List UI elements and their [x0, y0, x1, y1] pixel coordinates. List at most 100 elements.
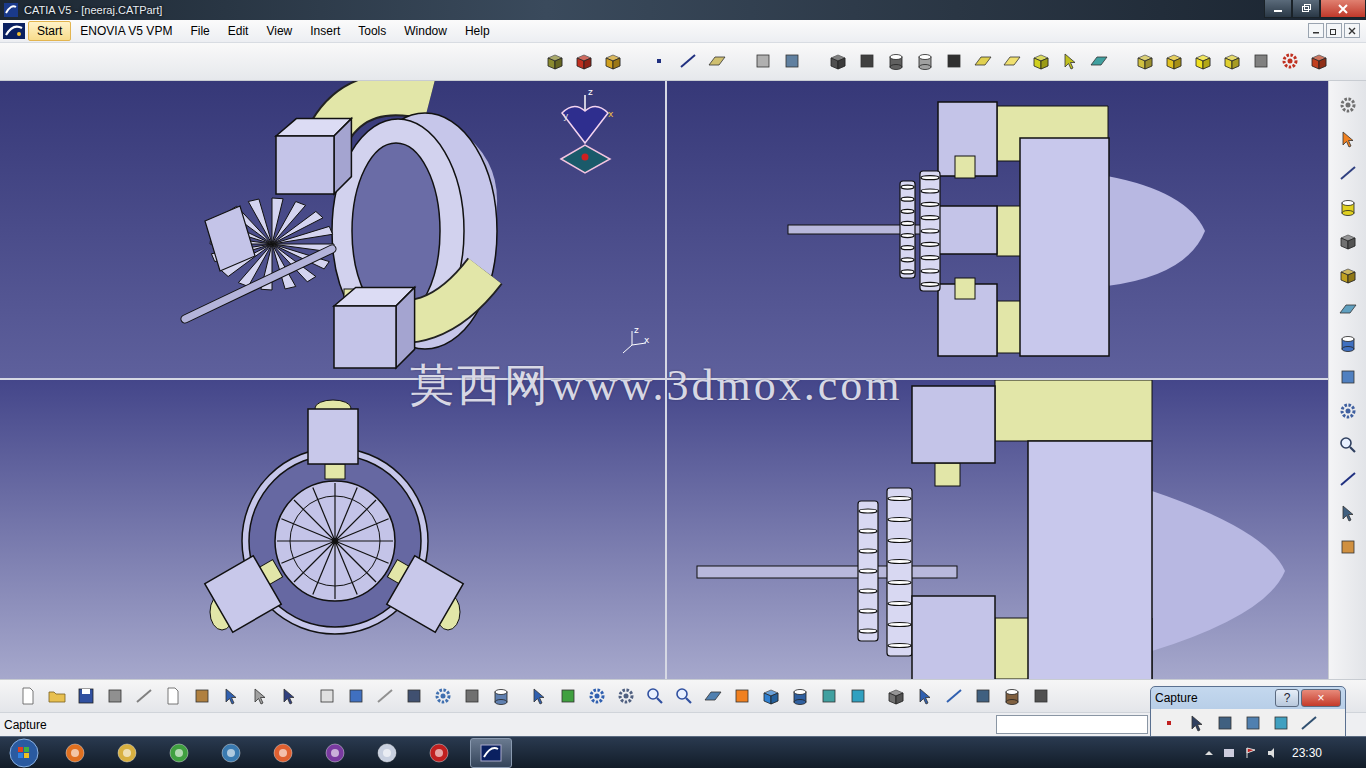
close-button[interactable]	[1320, 0, 1366, 18]
tool-button[interactable]	[1336, 433, 1360, 457]
tool-button[interactable]	[1157, 711, 1181, 735]
tool-button[interactable]	[460, 684, 484, 708]
close-button[interactable]: ×	[1301, 689, 1341, 707]
tool-button[interactable]	[780, 49, 804, 73]
tool-button[interactable]	[672, 684, 696, 708]
menu-item[interactable]: Edit	[219, 21, 258, 41]
help-button[interactable]: ?	[1275, 689, 1299, 707]
tool-button[interactable]	[701, 684, 725, 708]
tool-button[interactable]	[1297, 711, 1321, 735]
tool-button[interactable]	[1336, 535, 1360, 559]
restore-button[interactable]	[1292, 0, 1320, 18]
tool-button[interactable]	[1029, 49, 1053, 73]
tool-button[interactable]	[1220, 49, 1244, 73]
tool-button[interactable]	[1336, 297, 1360, 321]
doc-close-button[interactable]	[1344, 23, 1360, 38]
menu-item[interactable]: View	[257, 21, 301, 41]
minimize-button[interactable]	[1264, 0, 1292, 18]
tool-button[interactable]	[788, 684, 812, 708]
capture-toolbar[interactable]: Capture?×	[1150, 686, 1346, 738]
tool-button[interactable]	[1191, 49, 1215, 73]
tool-button[interactable]	[1162, 49, 1186, 73]
menu-item[interactable]: Window	[395, 21, 456, 41]
tool-button[interactable]	[913, 49, 937, 73]
tool-button[interactable]	[1185, 711, 1209, 735]
tool-button[interactable]	[161, 684, 185, 708]
tool-button[interactable]	[942, 49, 966, 73]
tool-button[interactable]	[913, 684, 937, 708]
taskbar-button[interactable]	[210, 738, 252, 768]
tool-button[interactable]	[1336, 229, 1360, 253]
tool-button[interactable]	[1336, 93, 1360, 117]
menu-item[interactable]: Help	[456, 21, 499, 41]
tool-button[interactable]	[1087, 49, 1111, 73]
tool-button[interactable]	[1336, 263, 1360, 287]
tool-button[interactable]	[884, 684, 908, 708]
tool-button[interactable]	[855, 49, 879, 73]
tool-button[interactable]	[759, 684, 783, 708]
tool-button[interactable]	[585, 684, 609, 708]
tool-button[interactable]	[676, 49, 700, 73]
tool-button[interactable]	[1058, 49, 1082, 73]
tool-button[interactable]	[1336, 127, 1360, 151]
tool-button[interactable]	[817, 684, 841, 708]
flag-icon[interactable]	[1244, 746, 1258, 760]
tool-button[interactable]	[543, 49, 567, 73]
tool-button[interactable]	[315, 684, 339, 708]
tool-button[interactable]	[402, 684, 426, 708]
tool-button[interactable]	[45, 684, 69, 708]
tool-button[interactable]	[1241, 711, 1265, 735]
tool-button[interactable]	[1213, 711, 1237, 735]
viewport[interactable]	[0, 380, 665, 679]
tool-button[interactable]	[614, 684, 638, 708]
tool-button[interactable]	[1000, 49, 1024, 73]
side-view[interactable]	[667, 81, 1328, 378]
start-button[interactable]	[4, 738, 44, 768]
tool-button[interactable]	[971, 49, 995, 73]
menu-item[interactable]: File	[181, 21, 218, 41]
tool-button[interactable]	[431, 684, 455, 708]
tool-button[interactable]	[884, 49, 908, 73]
menu-item[interactable]: Tools	[349, 21, 395, 41]
front-view[interactable]	[0, 380, 665, 679]
tool-button[interactable]	[1133, 49, 1157, 73]
viewport[interactable]: zxyzx	[0, 81, 665, 378]
tool-button[interactable]	[103, 684, 127, 708]
tool-button[interactable]	[248, 684, 272, 708]
isometric-view[interactable]: zxyzx	[0, 81, 665, 378]
tool-button[interactable]	[705, 49, 729, 73]
doc-minimize-button[interactable]	[1308, 23, 1324, 38]
menu-item[interactable]: Insert	[301, 21, 349, 41]
taskbar-button[interactable]	[470, 738, 512, 768]
tool-button[interactable]	[1336, 365, 1360, 389]
volume-icon[interactable]	[1266, 746, 1280, 760]
viewport[interactable]	[667, 81, 1328, 378]
tool-button[interactable]	[643, 684, 667, 708]
tool-button[interactable]	[489, 684, 513, 708]
network-icon[interactable]	[1222, 746, 1236, 760]
tool-button[interactable]	[572, 49, 596, 73]
taskbar-button[interactable]	[158, 738, 200, 768]
tool-button[interactable]	[1249, 49, 1273, 73]
tool-button[interactable]	[1000, 684, 1024, 708]
tool-button[interactable]	[344, 684, 368, 708]
tool-button[interactable]	[1278, 49, 1302, 73]
app-menu-button[interactable]	[2, 22, 26, 40]
taskbar-button[interactable]	[314, 738, 356, 768]
tool-button[interactable]	[751, 49, 775, 73]
tool-button[interactable]	[942, 684, 966, 708]
tool-button[interactable]	[647, 49, 671, 73]
menu-item[interactable]: Start	[28, 21, 71, 41]
tool-button[interactable]	[1269, 711, 1293, 735]
taskbar-button[interactable]	[418, 738, 460, 768]
viewport[interactable]	[667, 380, 1328, 679]
tool-button[interactable]	[1336, 161, 1360, 185]
tool-button[interactable]	[971, 684, 995, 708]
taskbar-button[interactable]	[366, 738, 408, 768]
tool-button[interactable]	[601, 49, 625, 73]
taskbar-button[interactable]	[54, 738, 96, 768]
tool-button[interactable]	[219, 684, 243, 708]
taskbar-button[interactable]	[262, 738, 304, 768]
compass-icon[interactable]: zxy	[561, 87, 614, 173]
tool-button[interactable]	[527, 684, 551, 708]
